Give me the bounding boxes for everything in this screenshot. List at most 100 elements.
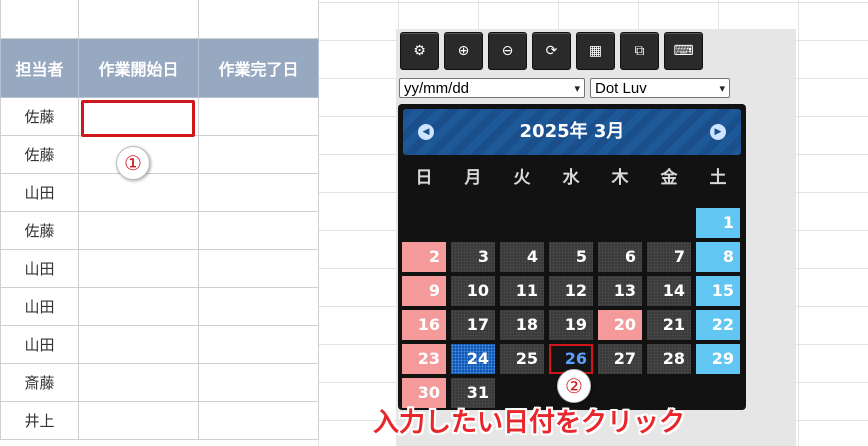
weekday-header: 金 [660,168,678,188]
calendar-day[interactable]: 23 [402,344,446,374]
theme-select[interactable]: Dot Luv ▾ [590,78,730,98]
end-date-cell[interactable] [198,287,319,326]
cell[interactable] [0,0,79,39]
calendar-day[interactable]: 7 [647,242,691,272]
person-cell[interactable]: 斎藤 [0,363,79,402]
table-row: 山田 [0,287,319,326]
cell[interactable] [198,0,319,39]
chevron-down-icon: ▾ [719,83,725,95]
calendar-day-empty [647,208,691,238]
weekday-header: 土 [709,168,727,188]
calendar-day[interactable]: 15 [696,276,740,306]
start-date-cell[interactable] [78,363,199,402]
calendar-day[interactable]: 4 [500,242,544,272]
calendar-day-empty [451,208,495,238]
person-cell[interactable]: 山田 [0,249,79,288]
refresh-icon[interactable]: ⟳ [532,32,571,70]
table-row: 山田 [0,249,319,288]
calendar-day[interactable]: 18 [500,310,544,340]
calendar-day-empty [500,208,544,238]
calendar-day[interactable]: 16 [402,310,446,340]
end-date-cell[interactable] [198,173,319,212]
calendar-day[interactable]: 6 [598,242,642,272]
person-cell[interactable]: 山田 [0,287,79,326]
gear-icon[interactable]: ⚙ [400,32,439,70]
start-date-cell[interactable] [78,325,199,364]
calendar-day-empty [598,208,642,238]
calendar-day[interactable]: 2 [402,242,446,272]
start-date-cell-selected[interactable] [78,97,199,137]
calendar-day[interactable]: 28 [647,344,691,374]
weekday-header: 火 [513,168,531,188]
calendar-day[interactable]: 22 [696,310,740,340]
calendar-day[interactable]: 24 [451,344,495,374]
end-date-cell[interactable] [198,325,319,364]
start-date-cell[interactable] [78,211,199,250]
blank-top-row [0,0,319,39]
end-date-cell[interactable] [198,97,319,136]
calendar-day[interactable]: 20 [598,310,642,340]
calendar-day[interactable]: 14 [647,276,691,306]
datepicker-toolbar: ⚙ ⊕ ⊖ ⟳ ▦ ⧉ ⌨ [400,32,703,70]
person-cell[interactable]: 佐藤 [0,211,79,250]
calendar-day[interactable]: 1 [696,208,740,238]
calendar-day[interactable]: 8 [696,242,740,272]
weekday-header: 木 [611,168,629,188]
calendar-day[interactable]: 9 [402,276,446,306]
calendar-day[interactable]: 5 [549,242,593,272]
theme-value: Dot Luv [595,80,647,97]
zoom-in-icon[interactable]: ⊕ [444,32,483,70]
end-date-cell[interactable] [198,363,319,402]
calendar-day[interactable]: 27 [598,344,642,374]
date-format-value: yy/mm/dd [404,80,470,97]
end-date-cell[interactable] [198,211,319,250]
chevron-down-icon: ▾ [574,83,580,95]
header-end-date[interactable]: 作業完了日 [198,38,319,98]
header-person-in-charge[interactable]: 担当者 [0,38,79,98]
end-date-cell[interactable] [198,249,319,288]
person-cell[interactable]: 山田 [0,325,79,364]
table-row: 山田 [0,325,319,364]
calendar-day[interactable]: 21 [647,310,691,340]
calendar-day[interactable]: 12 [549,276,593,306]
step-2-callout: ② [557,369,591,403]
zoom-out-icon[interactable]: ⊖ [488,32,527,70]
header-start-date[interactable]: 作業開始日 [78,38,199,98]
end-date-cell[interactable] [198,135,319,174]
start-date-cell[interactable] [78,173,199,212]
cell[interactable] [78,0,199,39]
table-row: 斎藤 [0,363,319,402]
calendar-day[interactable]: 13 [598,276,642,306]
prev-month-icon[interactable]: ◀ [418,124,434,140]
start-date-cell[interactable] [78,287,199,326]
date-format-select[interactable]: yy/mm/dd ▾ [399,78,585,98]
table-row: 山田 [0,173,319,212]
weekday-header: 月 [464,168,482,188]
selection-highlight [81,100,195,137]
person-cell[interactable]: 佐藤 [0,97,79,136]
calendar-day[interactable]: 11 [500,276,544,306]
calendar-day[interactable]: 17 [451,310,495,340]
calendar-header: 2025年 3月 ◀ ▶ [403,109,741,155]
start-date-cell[interactable] [78,249,199,288]
calendar-day[interactable]: 29 [696,344,740,374]
table-row: 佐藤 [0,135,319,174]
calendar-day[interactable]: 10 [451,276,495,306]
window-icon[interactable]: ⧉ [620,32,659,70]
calendar-day[interactable]: 3 [451,242,495,272]
spreadsheet-table: 担当者 作業開始日 作業完了日 佐藤 佐藤 山田 佐藤 山田 山田 山田 斎藤 [0,0,319,440]
calendar-grid-icon[interactable]: ▦ [576,32,615,70]
person-cell[interactable]: 山田 [0,173,79,212]
table-row: 佐藤 [0,97,319,137]
calendar-day[interactable]: 25 [500,344,544,374]
calendar-day-empty [402,208,446,238]
datepicker-selects: yy/mm/dd ▾ Dot Luv ▾ [399,78,730,98]
table-row: 佐藤 [0,211,319,250]
step-1-callout: ① [116,146,150,180]
person-cell[interactable]: 佐藤 [0,135,79,174]
next-month-icon[interactable]: ▶ [710,124,726,140]
calendar-day[interactable]: 19 [549,310,593,340]
weekday-header: 日 [415,168,433,188]
calendar-day-empty [549,208,593,238]
keyboard-icon[interactable]: ⌨ [664,32,703,70]
